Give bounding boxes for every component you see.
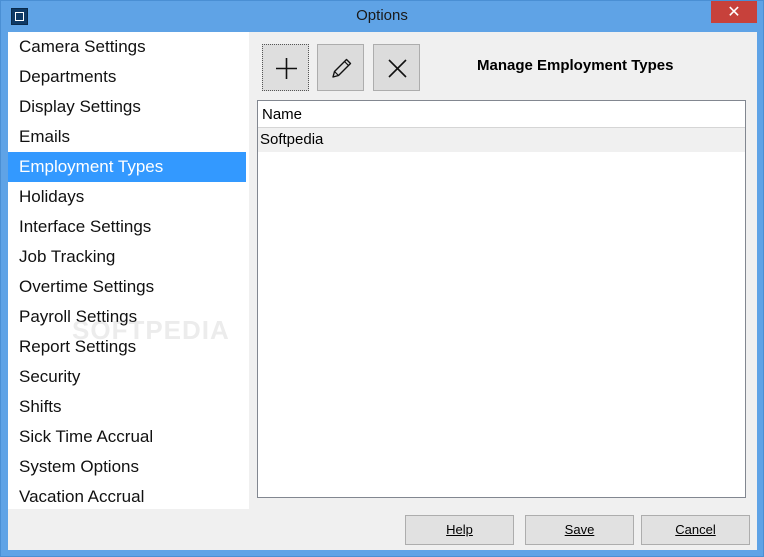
panel-title: Manage Employment Types [477,57,674,74]
sidebar-item-job-tracking[interactable]: Job Tracking [8,242,246,272]
delete-button[interactable] [373,44,420,91]
sidebar-item-security[interactable]: Security [8,362,246,392]
client-area: Camera Settings Departments Display Sett… [8,32,757,550]
cancel-button[interactable]: Cancel [641,515,750,545]
sidebar-item-system-options[interactable]: System Options [8,452,246,482]
sidebar-item-overtime-settings[interactable]: Overtime Settings [8,272,246,302]
sidebar-item-employment-types[interactable]: Employment Types [8,152,246,182]
column-header-name[interactable]: Name [258,101,745,128]
help-label: Help [446,522,473,537]
help-button[interactable]: Help [405,515,514,545]
dialog-button-bar: Help Save Cancel [8,509,757,550]
close-button[interactable]: ✕ [711,1,757,23]
x-icon [388,59,407,78]
sidebar-item-camera-settings[interactable]: Camera Settings [8,32,246,62]
cancel-label: Cancel [675,522,716,537]
title-bar[interactable]: Options ✕ [1,1,763,32]
sidebar-item-display-settings[interactable]: Display Settings [8,92,246,122]
close-icon: ✕ [727,2,741,21]
sidebar-item-interface-settings[interactable]: Interface Settings [8,212,246,242]
options-sidebar: Camera Settings Departments Display Sett… [8,32,249,509]
sidebar-item-departments[interactable]: Departments [8,62,246,92]
pencil-icon [332,58,352,78]
save-button[interactable]: Save [525,515,634,545]
sidebar-item-report-settings[interactable]: Report Settings [8,332,246,362]
save-label: Save [564,522,595,537]
sidebar-item-shifts[interactable]: Shifts [8,392,246,422]
employment-types-panel: Manage Employment Types Name Softpedia [249,32,757,509]
window-title: Options [356,7,408,24]
sidebar-item-sick-time-accrual[interactable]: Sick Time Accrual [8,422,246,452]
plus-icon [276,58,297,79]
sidebar-item-emails[interactable]: Emails [8,122,246,152]
sidebar-item-vacation-accrual[interactable]: Vacation Accrual [8,482,246,512]
employment-types-grid[interactable]: Name Softpedia [257,100,746,498]
table-row[interactable]: Softpedia [258,128,745,152]
options-window: Options ✕ Camera Settings Departments Di… [0,0,764,557]
sidebar-item-holidays[interactable]: Holidays [8,182,246,212]
sidebar-item-payroll-settings[interactable]: Payroll Settings [8,302,246,332]
edit-button[interactable] [317,44,364,91]
add-button[interactable] [262,44,309,91]
